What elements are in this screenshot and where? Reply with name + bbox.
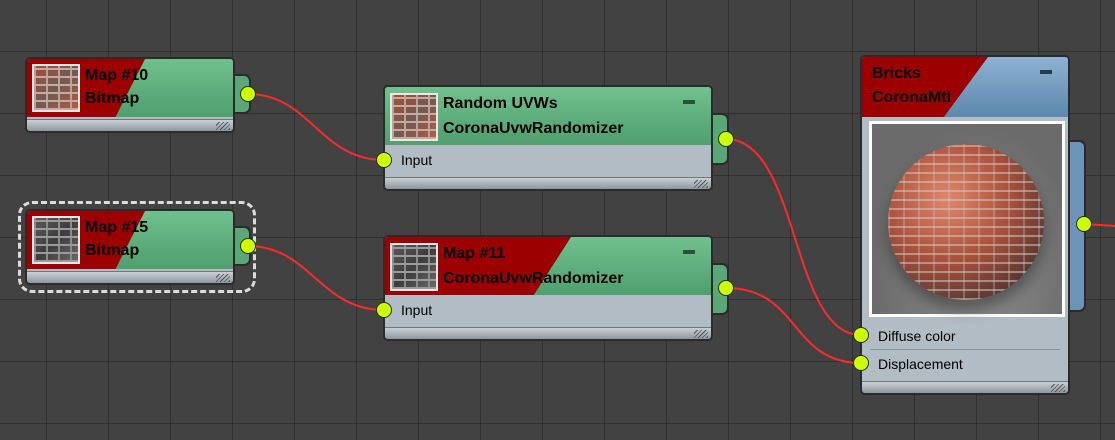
map10-thumbnail — [32, 64, 80, 112]
node-name: Random UVWs — [443, 95, 558, 112]
node-body: Map #10 Bitmap — [25, 57, 235, 133]
output-socket-map10[interactable] — [240, 86, 256, 102]
node-body: Bricks CoronaMtl Diffuse color Displacem… — [860, 55, 1070, 395]
output-socket-map11[interactable] — [718, 280, 734, 296]
node-footer — [27, 271, 233, 283]
node-map15[interactable]: Map #15 Bitmap — [25, 209, 251, 285]
material-preview — [869, 121, 1065, 317]
node-footer — [385, 327, 711, 339]
socket-label: Displacement — [878, 356, 963, 372]
wire-map15-to-map11[interactable] — [247, 245, 385, 311]
socket-label: Input — [401, 302, 433, 318]
node-body: Random UVWs CoronaUvwRandomizer Input — [383, 85, 713, 191]
node-type: CoronaUvwRandomizer — [443, 120, 624, 137]
socket-input: Input — [385, 147, 711, 175]
node-footer — [385, 177, 711, 189]
wire-map11-to-displacement[interactable] — [725, 287, 862, 364]
socket-diffuse-color: Diffuse color — [862, 323, 1068, 349]
node-body: Map #11 CoronaUvwRandomizer Input — [383, 235, 713, 341]
map15-thumbnail — [32, 216, 80, 264]
resize-grip-icon[interactable] — [1051, 384, 1065, 392]
resize-grip-icon[interactable] — [694, 330, 708, 338]
input-socket-map11[interactable] — [376, 302, 392, 318]
divider — [870, 349, 1060, 350]
random-uvws-thumbnail — [390, 93, 438, 141]
node-map11[interactable]: Map #11 CoronaUvwRandomizer Input — [383, 235, 729, 341]
node-name: Map #15 — [85, 219, 149, 236]
node-type: Bitmap — [85, 242, 140, 259]
node-type: CoronaMtl — [872, 89, 952, 106]
output-socket-map15[interactable] — [240, 238, 256, 254]
resize-grip-icon[interactable] — [216, 122, 230, 130]
node-name: Map #11 — [443, 245, 506, 262]
minimize-icon[interactable] — [683, 100, 695, 104]
input-socket-diffuse-color[interactable] — [853, 327, 869, 343]
wire-random-uvws-to-diffuse[interactable] — [725, 138, 862, 336]
output-socket-bricks[interactable] — [1076, 216, 1092, 232]
input-socket-random-uvws[interactable] — [376, 152, 392, 168]
resize-grip-icon[interactable] — [216, 274, 230, 282]
preview-backdrop — [872, 124, 1062, 314]
minimize-icon[interactable] — [1040, 70, 1052, 74]
node-map10[interactable]: Map #10 Bitmap — [25, 57, 251, 133]
node-type: CoronaUvwRandomizer — [443, 270, 624, 287]
output-socket-random-uvws[interactable] — [718, 131, 734, 147]
node-bricks-material[interactable]: Bricks CoronaMtl Diffuse color Displacem… — [860, 55, 1086, 395]
node-type: Bitmap — [85, 90, 140, 107]
brick-sphere — [888, 144, 1044, 300]
node-name: Map #10 — [85, 67, 149, 84]
socket-label: Input — [401, 152, 433, 168]
node-random-uvws[interactable]: Random UVWs CoronaUvwRandomizer Input — [383, 85, 729, 191]
socket-label: Diffuse color — [878, 328, 956, 344]
minimize-icon[interactable] — [683, 250, 695, 254]
wire-map10-to-random-uvws[interactable] — [247, 93, 385, 161]
socket-displacement: Displacement — [862, 351, 1068, 377]
resize-grip-icon[interactable] — [694, 180, 708, 188]
socket-input: Input — [385, 297, 711, 325]
node-footer — [27, 119, 233, 131]
node-name: Bricks — [872, 65, 921, 82]
map11-thumbnail — [390, 243, 438, 291]
node-body: Map #15 Bitmap — [25, 209, 235, 285]
input-socket-displacement[interactable] — [853, 355, 869, 371]
node-footer — [862, 381, 1068, 393]
